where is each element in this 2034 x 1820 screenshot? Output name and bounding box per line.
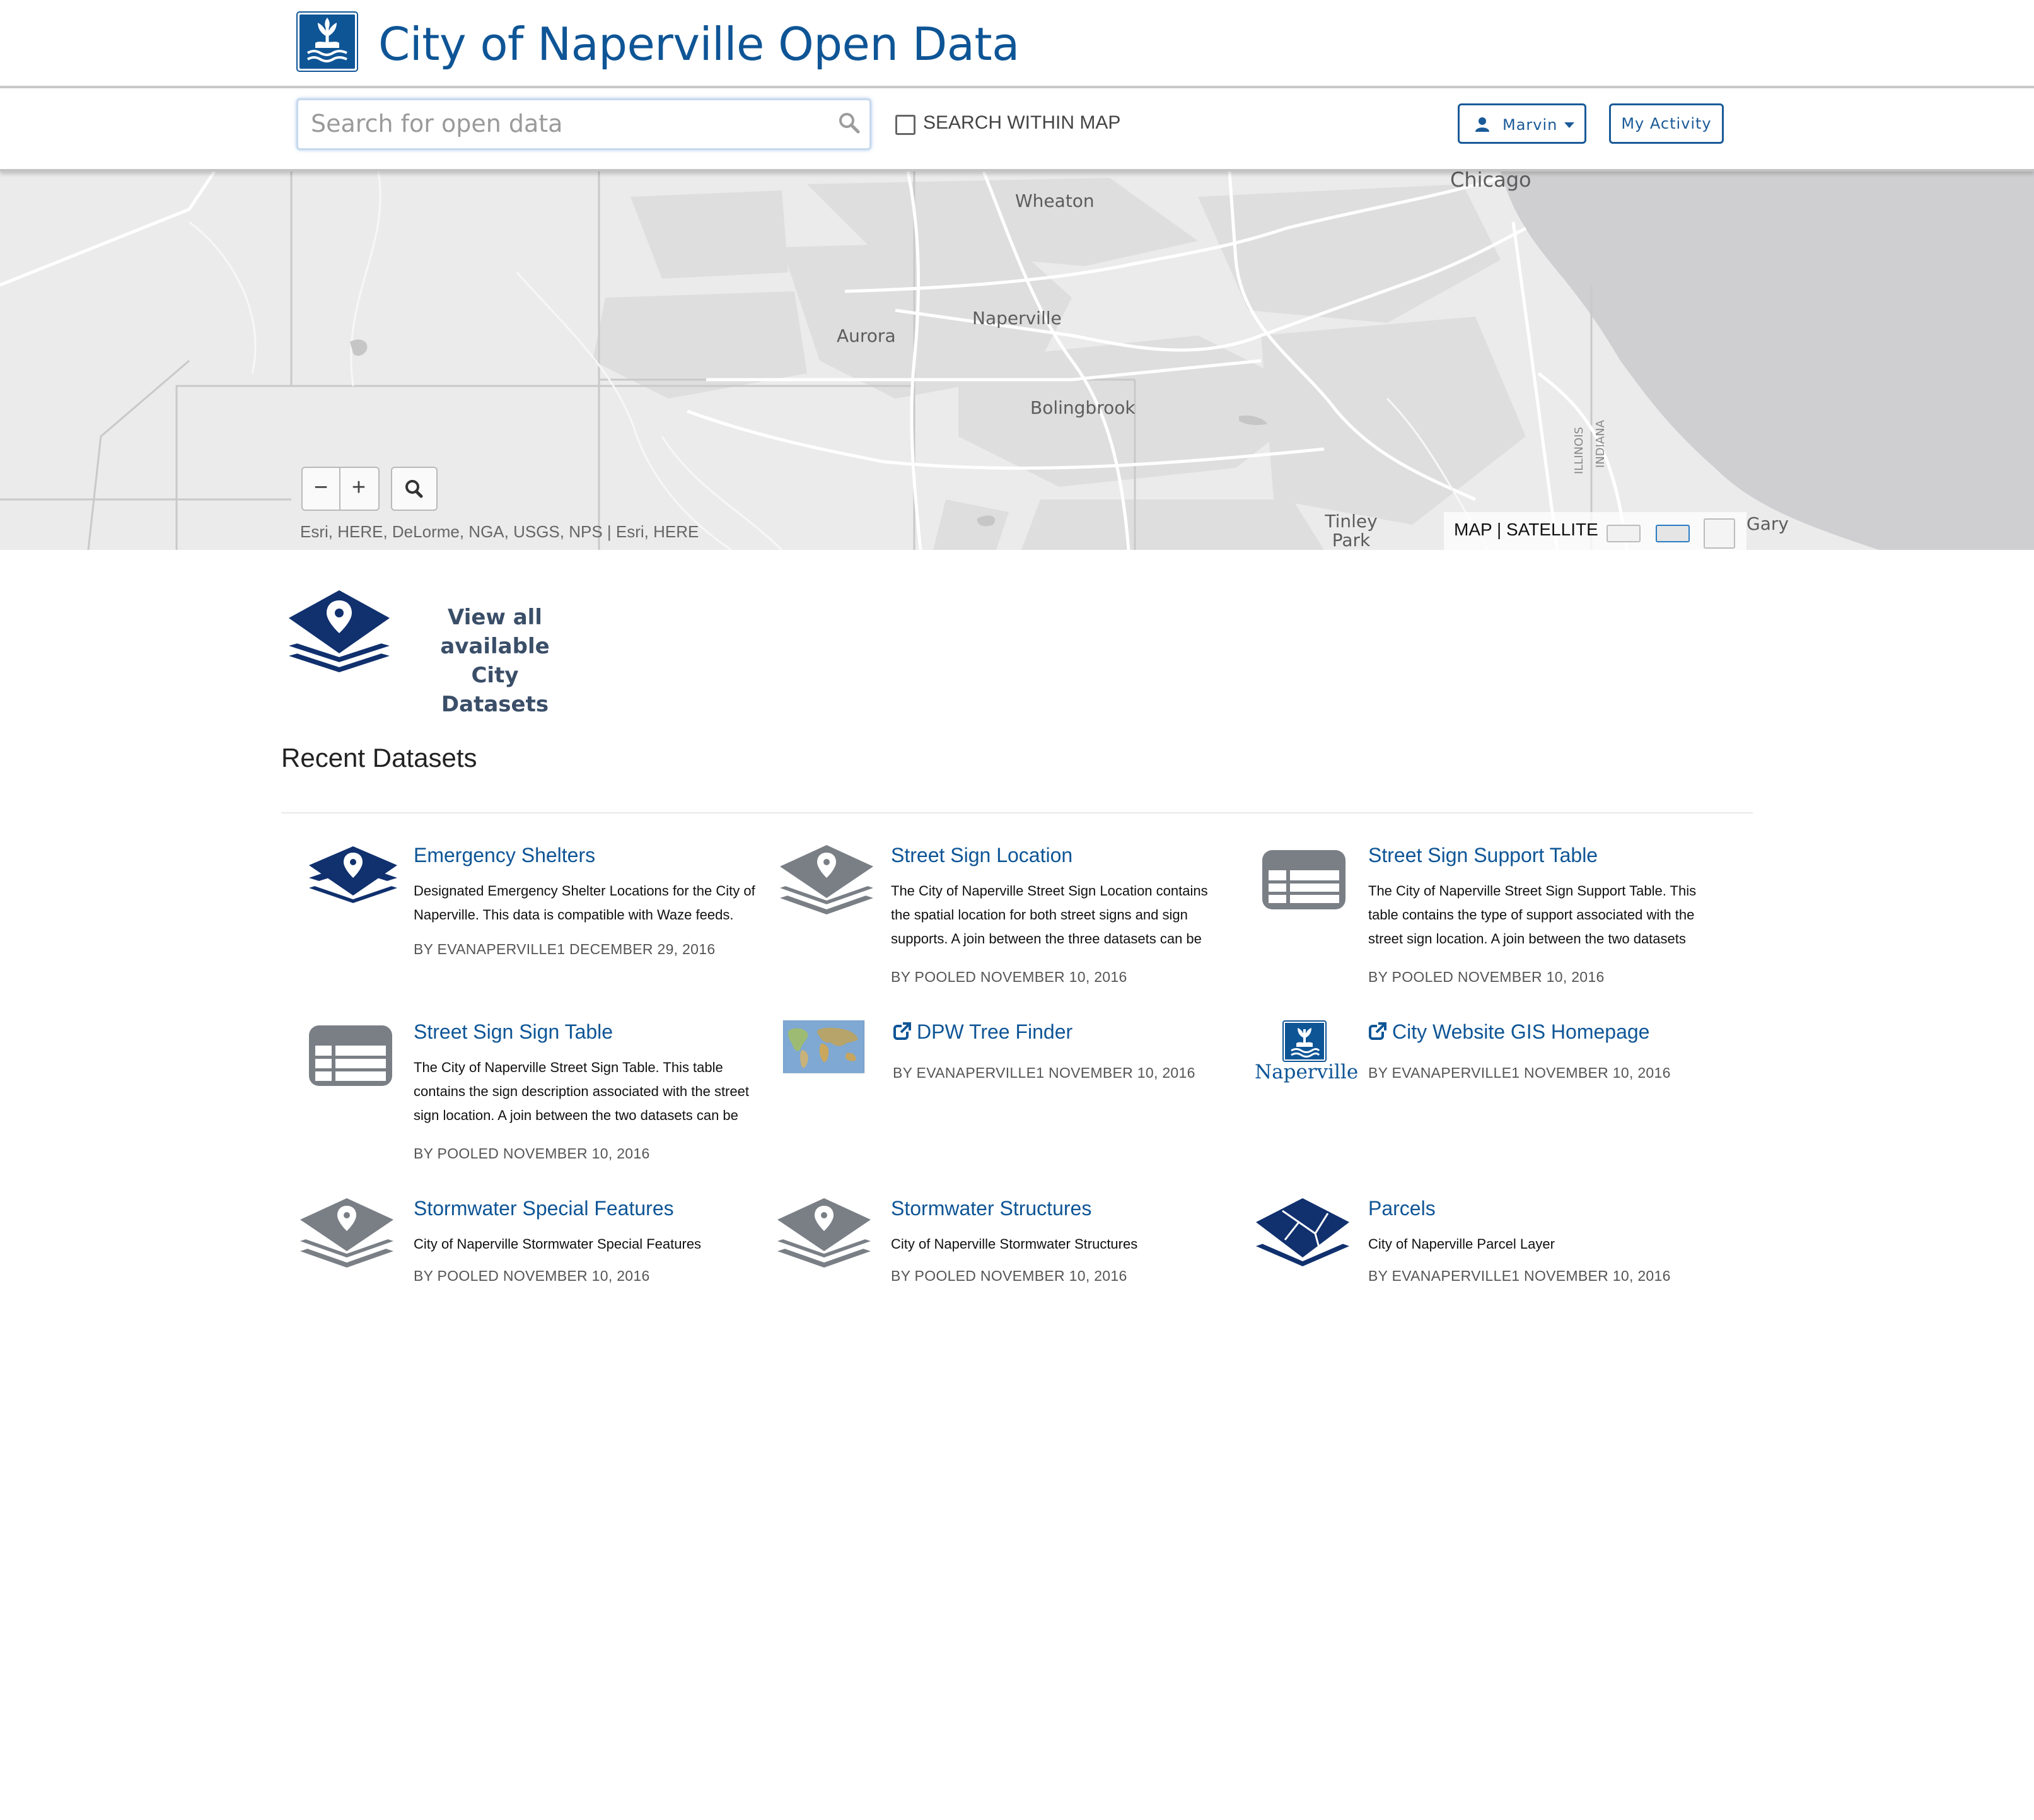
map-view[interactable]: Chicago Wheaton Naperville Aurora Boling… [0, 172, 2034, 550]
dataset-title[interactable]: Parcels [1368, 1197, 1436, 1220]
view-all-line1: View all available [440, 605, 550, 659]
dataset-description: The City of Naperville Street Sign Table… [414, 1059, 749, 1123]
dataset-card: Stormwater Structures City of Naperville… [777, 1197, 1244, 1292]
dataset-title[interactable]: Street Sign Support Table [1368, 844, 1598, 867]
search-input[interactable] [310, 104, 817, 143]
layers-pin-icon[interactable] [303, 844, 404, 919]
external-link-icon [893, 1022, 911, 1040]
basemap-satellite-swatch[interactable] [1704, 518, 1735, 549]
table-icon[interactable] [303, 1020, 404, 1096]
dataset-title[interactable]: City Website GIS Homepage [1368, 1020, 1649, 1044]
dataset-card: Parcels City of Naperville Parcel Layer … [1255, 1197, 1721, 1292]
dataset-title[interactable]: Stormwater Structures [891, 1197, 1091, 1220]
dataset-title[interactable]: DPW Tree Finder [893, 1020, 1072, 1044]
dataset-title[interactable]: Street Sign Location [891, 844, 1072, 867]
layers-pin-icon[interactable] [777, 1197, 878, 1273]
zoom-in-button[interactable]: + [340, 468, 377, 510]
world-map-thumbnail[interactable] [777, 1020, 874, 1083]
map-state-label: ILLINOIS [1572, 426, 1586, 474]
dataset-card: Stormwater Special Features City of Nape… [300, 1197, 767, 1292]
dataset-card: Street Sign Location The City of Napervi… [780, 844, 1247, 995]
map-city-label: Bolingbrook [1030, 397, 1136, 418]
map-city-label: Naperville [972, 308, 1062, 329]
dataset-description: Designated Emergency Shelter Locations f… [414, 883, 755, 923]
dataset-meta: BY POOLED NOVEMBER 10, 2016 [891, 969, 1127, 985]
dataset-title[interactable]: Emergency Shelters [414, 844, 595, 867]
user-icon [1475, 117, 1489, 132]
dataset-description: The City of Naperville Street Sign Suppo… [1368, 883, 1697, 947]
naperville-logo-icon[interactable] [296, 11, 358, 72]
basemap-toggle-label[interactable]: MAP | SATELLITE [1454, 520, 1598, 540]
dataset-meta: BY EVANAPERVILLE1 NOVEMBER 10, 2016 [893, 1065, 1195, 1081]
dataset-meta: BY POOLED NOVEMBER 10, 2016 [414, 1268, 650, 1284]
dataset-meta: BY EVANAPERVILLE1 NOVEMBER 10, 2016 [1368, 1065, 1671, 1081]
user-name: Marvin [1502, 116, 1558, 134]
map-city-label: Aurora [837, 325, 896, 346]
search-within-map-checkbox[interactable] [895, 115, 915, 135]
site-header: City of Naperville Open Data [0, 0, 2034, 88]
search-icon[interactable] [837, 110, 862, 136]
zoom-out-button[interactable]: − [303, 468, 340, 510]
map-city-label: Tinley Park [1325, 511, 1378, 550]
map-city-label: Chicago [1450, 172, 1531, 192]
dataset-meta: BY POOLED NOVEMBER 10, 2016 [891, 1268, 1127, 1284]
dataset-card: Street Sign Support Table The City of Na… [1257, 844, 1724, 995]
dataset-meta: BY POOLED NOVEMBER 10, 2016 [414, 1145, 650, 1162]
dataset-card: Naperville City Website GIS Homepage BY … [1255, 1020, 1721, 1109]
search-icon [405, 480, 423, 498]
layers-pin-icon [289, 590, 390, 672]
view-all-datasets-link[interactable]: View all available City Datasets [284, 588, 637, 717]
site-title[interactable]: City of Naperville Open Data [378, 18, 1020, 71]
my-activity-button[interactable]: My Activity [1609, 103, 1724, 144]
section-divider [281, 812, 1753, 814]
naperville-logo-icon [1282, 1020, 1327, 1062]
dataset-title[interactable]: Stormwater Special Features [414, 1197, 674, 1220]
user-menu-button[interactable]: Marvin [1458, 103, 1586, 144]
map-city-label: Wheaton [1015, 190, 1095, 211]
dataset-meta: BY EVANAPERVILLE1 DECEMBER 29, 2016 [414, 941, 716, 957]
dataset-title-text: City Website GIS Homepage [1392, 1020, 1650, 1043]
dataset-description: The City of Naperville Street Sign Locat… [891, 883, 1208, 947]
map-state-label: INDIANA [1594, 419, 1607, 468]
dataset-description: City of Naperville Stormwater Structures [891, 1236, 1138, 1252]
table-icon[interactable] [1257, 844, 1358, 919]
naperville-logo[interactable]: Naperville [1255, 1020, 1359, 1090]
map-city-label: Gary [1746, 513, 1789, 534]
naperville-logo-text: Naperville [1255, 1061, 1359, 1083]
dataset-title-text: DPW Tree Finder [917, 1020, 1073, 1043]
dataset-meta: BY POOLED NOVEMBER 10, 2016 [1368, 969, 1605, 985]
dataset-title[interactable]: Street Sign Sign Table [414, 1020, 613, 1044]
dataset-card: DPW Tree Finder BY EVANAPERVILLE1 NOVEMB… [777, 1020, 1243, 1109]
zoom-controls: − + [301, 467, 380, 511]
view-all-line2: City Datasets [441, 663, 549, 717]
layers-pin-icon[interactable] [300, 1197, 401, 1273]
dataset-card: Street Sign Sign Table The City of Naper… [303, 1020, 769, 1172]
dataset-description: City of Naperville Parcel Layer [1368, 1236, 1555, 1252]
external-link-icon [1369, 1022, 1386, 1040]
dataset-meta: BY EVANAPERVILLE1 NOVEMBER 10, 2016 [1368, 1268, 1671, 1284]
search-toolbar: SEARCH WITHIN MAP Marvin My Activity [0, 88, 2034, 172]
search-box [296, 98, 871, 150]
dataset-description: City of Naperville Stormwater Special Fe… [414, 1236, 702, 1252]
view-all-datasets-label[interactable]: View all available City Datasets [416, 603, 574, 719]
dataset-card: Emergency Shelters Designated Emergency … [303, 844, 769, 970]
search-within-map-label[interactable]: SEARCH WITHIN MAP [923, 112, 1120, 134]
recent-datasets-heading: Recent Datasets [281, 743, 477, 773]
map-search-button[interactable] [391, 467, 438, 511]
basemap-gray-swatch[interactable] [1656, 525, 1690, 542]
basemap-light-swatch[interactable] [1607, 525, 1641, 542]
chevron-down-icon [1564, 122, 1574, 128]
basemap-toggle: MAP | SATELLITE [1444, 512, 1746, 550]
layers-pin-icon[interactable] [780, 844, 881, 919]
map-attribution: Esri, HERE, DeLorme, NGA, USGS, NPS | Es… [300, 522, 699, 541]
parcels-icon[interactable] [1255, 1197, 1356, 1273]
